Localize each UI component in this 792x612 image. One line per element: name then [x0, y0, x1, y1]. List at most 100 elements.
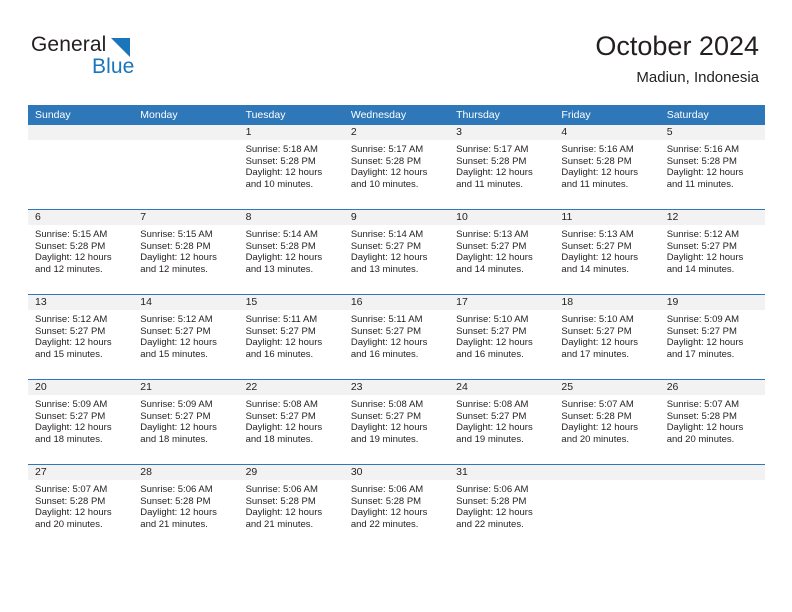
calendar-day-cell[interactable]: 20 Sunrise: 5:09 AM Sunset: 5:27 PM Dayligh…	[28, 379, 134, 465]
calendar-day-cell[interactable]: 27 Sunrise: 5:07 AM Sunset: 5:28 PM Dayligh…	[28, 464, 134, 549]
calendar-day-cell[interactable]: 18 Sunrise: 5:10 AM Sunset: 5:27 PM Dayligh…	[554, 294, 660, 380]
calendar-day-cell[interactable]: 22 Sunrise: 5:08 AM Sunset: 5:27 PM Dayligh…	[238, 379, 344, 465]
day-details: Sunrise: 5:09 AM Sunset: 5:27 PM Daylight:…	[133, 395, 238, 446]
day-details: Sunrise: 5:12 AM Sunset: 5:27 PM Daylight:…	[133, 310, 238, 361]
daylight-text: Daylight: 12 hours and 17 minutes.	[561, 337, 638, 361]
weekday-header-tuesday: Tuesday	[238, 105, 344, 125]
calendar-day-cell[interactable]: 17 Sunrise: 5:10 AM Sunset: 5:27 PM Dayligh…	[449, 294, 555, 380]
sunset-text: Sunset: 5:28 PM	[561, 155, 632, 167]
calendar-day-cell[interactable]: 16 Sunrise: 5:11 AM Sunset: 5:27 PM Dayligh…	[343, 294, 450, 380]
sunrise-text: Sunrise: 5:12 AM	[666, 229, 740, 240]
calendar-page: General Blue October 2024 Madiun, Indone…	[0, 0, 792, 612]
calendar-day-cell[interactable]: 13 Sunrise: 5:12 AM Sunset: 5:27 PM Dayligh…	[28, 294, 134, 380]
day-details: Sunrise: 5:11 AM Sunset: 5:27 PM Daylight:…	[239, 310, 344, 361]
daylight-text: Daylight: 12 hours and 21 minutes.	[245, 507, 323, 531]
daylight-text: Daylight: 12 hours and 14 minutes.	[666, 252, 744, 276]
calendar-day-cell[interactable]: 11 Sunrise: 5:13 AM Sunset: 5:27 PM Dayligh…	[554, 209, 660, 295]
calendar-day-cell[interactable]: 30 Sunrise: 5:06 AM Sunset: 5:28 PM Dayligh…	[343, 464, 450, 549]
daylight-text: Daylight: 12 hours and 15 minutes.	[140, 337, 217, 361]
calendar-day-cell[interactable]: 15 Sunrise: 5:11 AM Sunset: 5:27 PM Dayligh…	[238, 294, 344, 380]
logo-text-blue: Blue	[92, 55, 135, 78]
day-number: 17	[449, 295, 555, 310]
sunrise-text: Sunrise: 5:14 AM	[245, 229, 318, 240]
daylight-text: Daylight: 12 hours and 11 minutes.	[456, 167, 533, 191]
calendar-week-row: 6 Sunrise: 5:15 AM Sunset: 5:28 PM Daylight…	[28, 209, 765, 295]
calendar-day-cell[interactable]: 10 Sunrise: 5:13 AM Sunset: 5:27 PM Dayligh…	[449, 209, 555, 295]
day-number: 29	[238, 465, 344, 480]
day-details: Sunrise: 5:07 AM Sunset: 5:28 PM Daylight:…	[554, 395, 659, 446]
calendar-day-cell[interactable]: 4 Sunrise: 5:16 AM Sunset: 5:28 PM Daylight…	[554, 125, 660, 210]
daylight-text: Daylight: 12 hours and 13 minutes.	[350, 252, 428, 276]
calendar-day-cell[interactable]: 21 Sunrise: 5:09 AM Sunset: 5:27 PM Dayligh…	[133, 379, 239, 465]
day-details: Sunrise: 5:13 AM Sunset: 5:27 PM Daylight:…	[449, 225, 554, 276]
day-number: 2	[343, 125, 450, 140]
sunrise-text: Sunrise: 5:07 AM	[666, 399, 740, 410]
calendar-day-cell[interactable]: 14 Sunrise: 5:12 AM Sunset: 5:27 PM Dayligh…	[133, 294, 239, 380]
title-block: October 2024 Madiun, Indonesia	[595, 30, 759, 88]
day-number: 4	[554, 125, 660, 140]
day-details: Sunrise: 5:18 AM Sunset: 5:28 PM Daylight:…	[239, 140, 344, 191]
sunrise-text: Sunrise: 5:12 AM	[140, 314, 213, 325]
sunset-text: Sunset: 5:27 PM	[35, 410, 106, 422]
calendar-day-cell[interactable]: 23 Sunrise: 5:08 AM Sunset: 5:27 PM Dayligh…	[343, 379, 450, 465]
day-details: Sunrise: 5:17 AM Sunset: 5:28 PM Daylight:…	[449, 140, 554, 191]
sunset-text: Sunset: 5:27 PM	[666, 240, 737, 252]
sunset-text: Sunset: 5:27 PM	[245, 410, 316, 422]
sunset-text: Sunset: 5:28 PM	[456, 495, 527, 507]
sunset-text: Sunset: 5:27 PM	[561, 240, 632, 252]
day-number: 12	[659, 210, 765, 225]
calendar-day-cell[interactable]: 8 Sunrise: 5:14 AM Sunset: 5:28 PM Daylight…	[238, 209, 344, 295]
calendar-day-cell[interactable]: 9 Sunrise: 5:14 AM Sunset: 5:27 PM Daylight…	[343, 209, 450, 295]
sunrise-text: Sunrise: 5:13 AM	[456, 229, 529, 240]
calendar-day-cell[interactable]: 29 Sunrise: 5:06 AM Sunset: 5:28 PM Dayligh…	[238, 464, 344, 549]
sunrise-text: Sunrise: 5:07 AM	[35, 484, 108, 495]
day-details: Sunrise: 5:14 AM Sunset: 5:28 PM Daylight:…	[239, 225, 344, 276]
sunrise-text: Sunrise: 5:17 AM	[456, 144, 529, 155]
calendar-header-row: Sunday Monday Tuesday Wednesday Thursday…	[28, 105, 765, 125]
sunrise-text: Sunrise: 5:08 AM	[245, 399, 318, 410]
day-details: Sunrise: 5:06 AM Sunset: 5:28 PM Daylight:…	[344, 480, 449, 531]
general-blue-logo[interactable]: General Blue	[31, 33, 251, 81]
calendar-day-cell[interactable]: 2 Sunrise: 5:17 AM Sunset: 5:28 PM Daylight…	[343, 125, 450, 210]
sunrise-text: Sunrise: 5:10 AM	[456, 314, 529, 325]
calendar-day-cell[interactable]: 5 Sunrise: 5:16 AM Sunset: 5:28 PM Daylight…	[659, 125, 765, 210]
calendar-day-cell[interactable]: 7 Sunrise: 5:15 AM Sunset: 5:28 PM Daylight…	[133, 209, 239, 295]
daylight-text: Daylight: 12 hours and 18 minutes.	[35, 422, 112, 446]
sunset-text: Sunset: 5:27 PM	[350, 410, 422, 422]
calendar-day-cell[interactable]: 28 Sunrise: 5:06 AM Sunset: 5:28 PM Dayligh…	[133, 464, 239, 549]
calendar-day-cell[interactable]: 31 Sunrise: 5:06 AM Sunset: 5:28 PM Dayligh…	[449, 464, 555, 549]
calendar-day-cell[interactable]: 3 Sunrise: 5:17 AM Sunset: 5:28 PM Daylight…	[449, 125, 555, 210]
calendar-day-cell[interactable]: 12 Sunrise: 5:12 AM Sunset: 5:27 PM Dayligh…	[659, 209, 765, 295]
day-number: 20	[28, 380, 134, 395]
calendar-day-cell[interactable]: 6 Sunrise: 5:15 AM Sunset: 5:28 PM Daylight…	[28, 209, 134, 295]
calendar-week-row: 1 Sunrise: 5:18 AM Sunset: 5:28 PM Daylight…	[28, 125, 765, 210]
daylight-text: Daylight: 12 hours and 12 minutes.	[140, 252, 217, 276]
sunrise-text: Sunrise: 5:15 AM	[140, 229, 213, 240]
day-number	[133, 125, 239, 140]
calendar-day-cell[interactable]: 24 Sunrise: 5:08 AM Sunset: 5:27 PM Dayligh…	[449, 379, 555, 465]
sunset-text: Sunset: 5:28 PM	[245, 495, 316, 507]
day-details: Sunrise: 5:10 AM Sunset: 5:27 PM Daylight:…	[449, 310, 554, 361]
calendar-day-cell[interactable]: 1 Sunrise: 5:18 AM Sunset: 5:28 PM Daylight…	[238, 125, 344, 210]
calendar-week-row: 13 Sunrise: 5:12 AM Sunset: 5:27 PM Dayligh…	[28, 294, 765, 380]
sunrise-text: Sunrise: 5:07 AM	[561, 399, 634, 410]
day-number: 27	[28, 465, 134, 480]
day-number: 21	[133, 380, 239, 395]
day-number: 25	[554, 380, 660, 395]
day-details: Sunrise: 5:10 AM Sunset: 5:27 PM Daylight:…	[554, 310, 659, 361]
daylight-text: Daylight: 12 hours and 18 minutes.	[245, 422, 323, 446]
sunset-text: Sunset: 5:28 PM	[140, 240, 211, 252]
sunrise-text: Sunrise: 5:08 AM	[456, 399, 529, 410]
daylight-text: Daylight: 12 hours and 18 minutes.	[140, 422, 217, 446]
weekday-header-monday: Monday	[133, 105, 239, 125]
calendar-day-cell[interactable]: 25 Sunrise: 5:07 AM Sunset: 5:28 PM Dayligh…	[554, 379, 660, 465]
day-number: 16	[343, 295, 450, 310]
weekday-header-saturday: Saturday	[659, 105, 765, 125]
daylight-text: Daylight: 12 hours and 16 minutes.	[350, 337, 428, 361]
sunset-text: Sunset: 5:27 PM	[35, 325, 106, 337]
calendar-day-cell[interactable]: 19 Sunrise: 5:09 AM Sunset: 5:27 PM Dayligh…	[659, 294, 765, 380]
day-number: 13	[28, 295, 134, 310]
sunrise-text: Sunrise: 5:14 AM	[350, 229, 424, 240]
calendar-day-cell[interactable]: 26 Sunrise: 5:07 AM Sunset: 5:28 PM Dayligh…	[659, 379, 765, 465]
sunrise-text: Sunrise: 5:18 AM	[245, 144, 318, 155]
